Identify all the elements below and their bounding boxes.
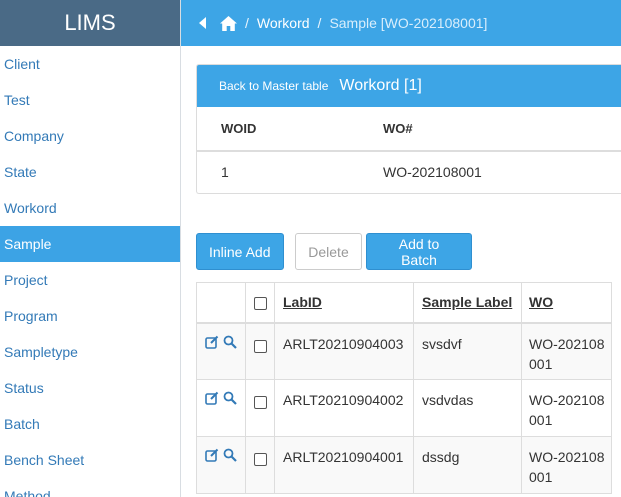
edit-icon[interactable] — [205, 448, 219, 462]
master-panel: Back to Master table Workord [1] WOID WO… — [196, 64, 621, 194]
sort-labid-link[interactable]: LabID — [283, 294, 322, 310]
master-panel-header: Back to Master table Workord [1] — [197, 65, 621, 107]
sample-table: LabID Sample Label WO ARLT20210904003 sv… — [196, 282, 612, 494]
edit-icon[interactable] — [205, 335, 219, 349]
row-checkbox[interactable] — [253, 339, 267, 353]
add-to-batch-button[interactable]: Add to Batch — [366, 233, 472, 270]
row-actions — [196, 322, 246, 380]
sidebar-nav: Client Test Company State Workord Sample… — [0, 46, 180, 497]
table-row: ARLT20210904001 dssdg WO-202108001 — [196, 436, 612, 494]
master-table: WOID WO# 1 WO-202108001 — [197, 107, 621, 191]
sidebar-item-program[interactable]: Program — [0, 298, 180, 334]
edit-icon[interactable] — [205, 391, 219, 405]
sidebar-item-project[interactable]: Project — [0, 262, 180, 298]
search-icon[interactable] — [223, 391, 237, 405]
breadcrumb: / Workord / Sample [WO-202108001] — [181, 0, 621, 46]
cell-wo: WO-202108001 — [521, 436, 612, 494]
sidebar-item-workord[interactable]: Workord — [0, 190, 180, 226]
row-select — [245, 436, 275, 494]
select-all-checkbox[interactable] — [253, 297, 267, 311]
sidebar-item-company[interactable]: Company — [0, 118, 180, 154]
breadcrumb-current: Sample [WO-202108001] — [329, 15, 488, 31]
search-icon[interactable] — [223, 335, 237, 349]
search-icon[interactable] — [223, 448, 237, 462]
row-actions — [196, 379, 246, 437]
master-table-header: WOID WO# — [197, 107, 621, 152]
master-panel-title: Workord [1] — [339, 77, 422, 94]
row-actions — [196, 436, 246, 494]
table-row: 1 WO-202108001 — [197, 151, 621, 191]
cell-woid: 1 — [221, 163, 229, 180]
column-header-labid[interactable]: LabID — [274, 282, 414, 324]
breadcrumb-workord[interactable]: Workord — [257, 15, 310, 31]
sidebar-item-test[interactable]: Test — [0, 82, 180, 118]
sidebar-item-bench-sheet[interactable]: Bench Sheet — [0, 442, 180, 478]
breadcrumb-separator: / — [245, 15, 249, 31]
row-select — [245, 322, 275, 380]
sidebar-item-status[interactable]: Status — [0, 370, 180, 406]
cell-wo-value: WO-202108001 — [529, 449, 605, 485]
row-checkbox[interactable] — [253, 396, 267, 410]
column-header-actions — [196, 282, 246, 324]
cell-labid: ARLT20210904001 — [274, 436, 414, 494]
cell-sample-label: dssdg — [413, 436, 522, 494]
row-select — [245, 379, 275, 437]
sidebar-item-sampletype[interactable]: Sampletype — [0, 334, 180, 370]
cell-sample-label: svsdvf — [413, 322, 522, 380]
cell-wo: WO-202108001 — [521, 379, 612, 437]
back-to-master-button[interactable]: Back to Master table — [219, 79, 328, 93]
cell-labid: ARLT20210904003 — [274, 322, 414, 380]
sort-sample-label-link[interactable]: Sample Label — [422, 294, 512, 310]
sidebar-item-batch[interactable]: Batch — [0, 406, 180, 442]
breadcrumb-separator: / — [317, 15, 322, 31]
sidebar-item-method[interactable]: Method — [0, 478, 180, 497]
cell-wo-number: WO-202108001 — [383, 163, 482, 180]
delete-button[interactable]: Delete — [295, 233, 362, 270]
column-header-wo-number: WO# — [383, 107, 621, 152]
sidebar-item-state[interactable]: State — [0, 154, 180, 190]
column-header-select — [245, 282, 275, 324]
inline-add-button[interactable]: Inline Add — [196, 233, 284, 270]
sidebar: LIMS Client Test Company State Workord S… — [0, 0, 181, 497]
table-row: ARLT20210904003 svsdvf WO-202108001 — [196, 322, 612, 380]
row-checkbox[interactable] — [253, 453, 267, 467]
column-header-woid: WOID — [197, 107, 383, 152]
table-header-row: LabID Sample Label WO — [196, 282, 612, 324]
sidebar-item-client[interactable]: Client — [0, 46, 180, 82]
table-row: ARLT20210904002 vsdvdas WO-202108001 — [196, 379, 612, 437]
brand-logo[interactable]: LIMS — [0, 0, 180, 46]
cell-wo-value: WO-202108001 — [529, 392, 605, 428]
column-header-wo[interactable]: WO — [521, 282, 612, 324]
cell-labid: ARLT20210904002 — [274, 379, 414, 437]
home-icon[interactable] — [220, 15, 237, 31]
cell-sample-label: vsdvdas — [413, 379, 522, 437]
cell-wo: WO-202108001 — [521, 322, 612, 380]
sort-wo-link[interactable]: WO — [529, 294, 553, 310]
sidebar-item-sample[interactable]: Sample — [0, 226, 180, 262]
cell-wo-value: WO-202108001 — [529, 335, 605, 372]
back-arrow-icon[interactable] — [199, 17, 206, 29]
column-header-sample-label[interactable]: Sample Label — [413, 282, 522, 324]
toolbar: Inline Add Delete Add to Batch — [196, 233, 472, 270]
